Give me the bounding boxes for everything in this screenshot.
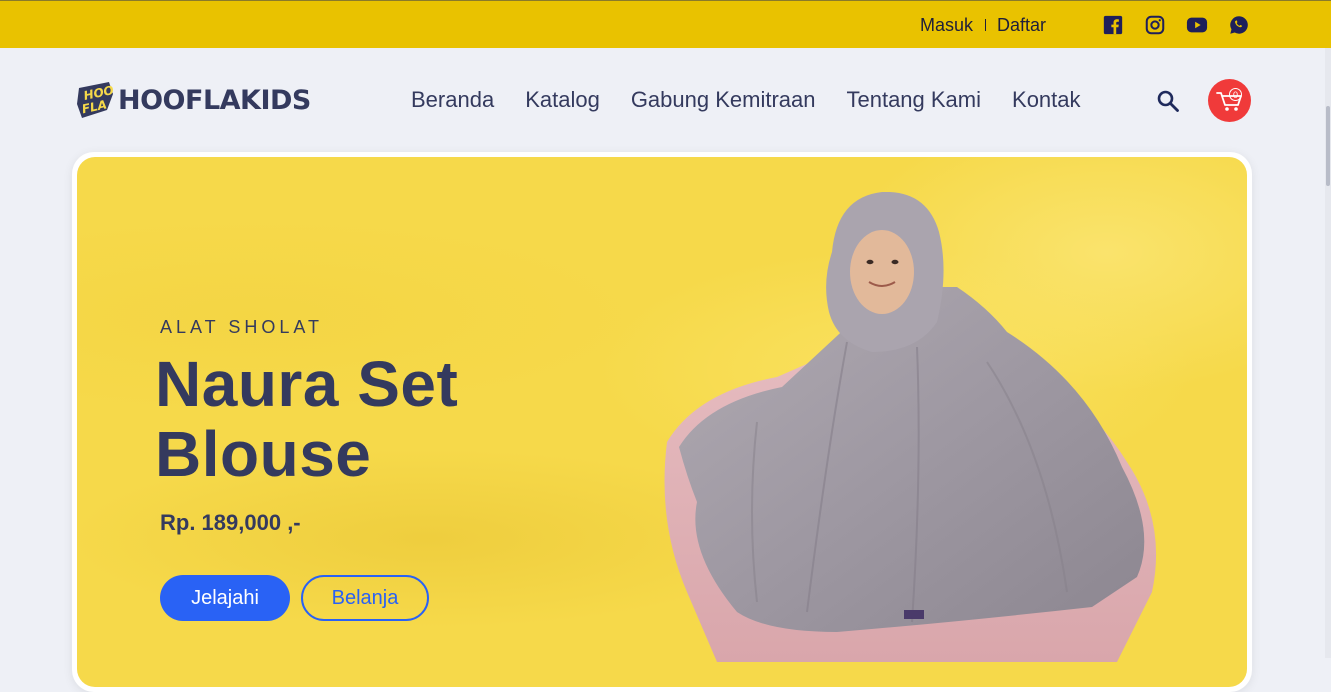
hero-inner: ALAT SHOLAT Naura Set Blouse Rp. 189,000… (77, 157, 1247, 687)
search-icon[interactable] (1156, 89, 1180, 113)
nav-item-kontak[interactable]: Kontak (1012, 87, 1081, 113)
whatsapp-icon[interactable] (1228, 14, 1250, 36)
youtube-icon[interactable] (1186, 14, 1208, 36)
divider (985, 19, 987, 31)
brand-name: HOOFLAKIDS (118, 84, 311, 116)
hero-price: Rp. 189,000 ,- (160, 510, 301, 535)
auth-links: Masuk Daftar (920, 1, 1046, 49)
nav-item-beranda[interactable]: Beranda (411, 87, 494, 113)
logo-badge-icon: HOO FLA (77, 82, 115, 118)
cart-icon (1216, 92, 1242, 111)
brand-logo[interactable]: HOO FLA HOOFLAKIDS (76, 80, 311, 120)
hero-title: Naura Set Blouse (155, 348, 459, 490)
login-link[interactable]: Masuk (920, 15, 973, 36)
product-photo (664, 192, 1157, 662)
hero-category: ALAT SHOLAT (160, 317, 324, 337)
nav-item-katalog[interactable]: Katalog (525, 87, 600, 113)
hero-banner: ALAT SHOLAT Naura Set Blouse Rp. 189,000… (72, 152, 1252, 692)
shop-button[interactable]: Belanja (301, 575, 429, 621)
nav-item-tentang-kami[interactable]: Tentang Kami (846, 87, 981, 113)
scrollbar[interactable] (1325, 48, 1331, 658)
explore-button[interactable]: Jelajahi (160, 575, 290, 621)
nav-item-gabung-kemitraan[interactable]: Gabung Kemitraan (631, 87, 816, 113)
top-bar: Masuk Daftar (0, 0, 1331, 48)
instagram-icon[interactable] (1144, 14, 1166, 36)
scrollbar-thumb[interactable] (1326, 106, 1330, 186)
cart-button[interactable]: 0 (1208, 79, 1251, 122)
register-link[interactable]: Daftar (997, 15, 1046, 36)
main-nav: Beranda Katalog Gabung Kemitraan Tentang… (411, 87, 1112, 113)
social-links (1102, 14, 1250, 36)
cart-count-badge: 0 (1229, 88, 1242, 101)
facebook-icon[interactable] (1102, 14, 1124, 36)
